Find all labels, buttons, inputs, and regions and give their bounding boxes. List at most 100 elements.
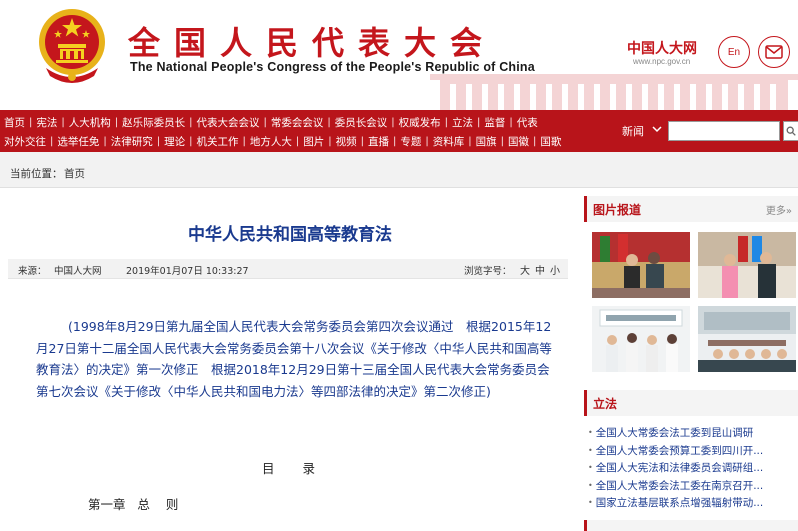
site-title-en: The National People's Congress of the Pe…: [130, 60, 535, 74]
nav-item[interactable]: 赵乐际委员长: [122, 115, 185, 130]
search-icon: [786, 126, 796, 136]
mail-button[interactable]: [758, 36, 790, 68]
nav-item[interactable]: 人大机构: [69, 115, 111, 130]
nav-separator: |: [61, 117, 65, 128]
breadcrumb-home-link[interactable]: 首页: [64, 166, 85, 181]
nav-item[interactable]: 法律研究: [111, 134, 153, 149]
list-item[interactable]: • 全国人大宪法和法律委员会调研组...: [588, 459, 798, 477]
photo-report-header: 图片报道 更多»: [584, 196, 798, 222]
nav-separator: |: [242, 136, 246, 147]
nav-item[interactable]: 理论: [164, 134, 185, 149]
site-header: 全国人民代表大会 The National People's Congress …: [0, 0, 798, 110]
national-emblem-icon: [39, 9, 105, 83]
nav-item[interactable]: 常委会会议: [271, 115, 324, 130]
nav-separator: |: [468, 136, 472, 147]
nav-row-1: 首页 | 宪法 | 人大机构 | 赵乐际委员长 | 代表大会会议 | 常委会会议 | 委员长会议 | 权威发…: [4, 112, 538, 133]
nav-item[interactable]: 委员长会议: [335, 115, 388, 130]
nav-separator: |: [103, 136, 107, 147]
nav-item[interactable]: 对外交往: [4, 134, 46, 149]
nav-item[interactable]: 机关工作: [197, 134, 239, 149]
toc-title: 目录: [262, 461, 344, 476]
nav-item[interactable]: 代表: [517, 115, 538, 130]
search-button[interactable]: [783, 121, 798, 141]
search-input[interactable]: [668, 121, 780, 141]
nav-separator: |: [50, 136, 54, 147]
article-preamble: (1998年8月29日第九届全国人民代表大会常务委员会第四次会议通过 根据201…: [36, 319, 552, 399]
nav-item[interactable]: 资料库: [433, 134, 465, 149]
nav-item[interactable]: 立法: [452, 115, 473, 130]
search-scope-select[interactable]: 新闻: [622, 123, 644, 139]
nav-separator: |: [393, 136, 397, 147]
nav-separator: |: [189, 117, 193, 128]
nav-separator: |: [263, 117, 267, 128]
nav-separator: |: [425, 136, 429, 147]
article-title: 中华人民共和国高等教育法: [188, 225, 392, 245]
photo-thumbnail[interactable]: [592, 232, 690, 298]
nav-item[interactable]: 监督: [484, 115, 505, 130]
nav-row-2: 对外交往 | 选举任免 | 法律研究 | 理论 | 机关工作 | 地方人大 | 图片 | 视频 | 直播 | 专题 |…: [4, 131, 561, 152]
chevron-down-icon[interactable]: [652, 124, 662, 134]
nav-item[interactable]: 专题: [400, 134, 421, 149]
list-item-text: 全国人大常委会法工委在南京召开...: [595, 479, 764, 492]
list-item-text: 全国人大宪法和法律委员会调研组...: [595, 462, 764, 475]
nav-item[interactable]: 首页: [4, 115, 25, 130]
photo-thumbnail[interactable]: [698, 306, 796, 372]
font-size-small-button[interactable]: 小: [550, 262, 560, 277]
font-size-large-button[interactable]: 大: [520, 262, 530, 277]
list-item-text: 全国人大常委会法工委到昆山调研: [595, 427, 754, 440]
article-date: 2019年01月07日 10:33:27: [126, 266, 249, 277]
nav-item[interactable]: 代表大会会议: [197, 115, 260, 130]
nav-separator: |: [391, 117, 395, 128]
photo-thumbnail[interactable]: [698, 232, 796, 298]
list-item[interactable]: • 全国人大常委会法工委到昆山调研: [588, 424, 798, 442]
nav-separator: |: [509, 117, 513, 128]
list-item[interactable]: • 全国人大常委会法工委在南京召开...: [588, 477, 798, 495]
nav-separator: |: [156, 136, 161, 147]
nav-separator: |: [295, 136, 300, 147]
nav-item[interactable]: 国徽: [508, 134, 529, 149]
nav-separator: |: [533, 136, 537, 147]
nav-separator: |: [360, 136, 364, 147]
bullet-icon: •: [588, 498, 593, 508]
site-title-cn: 全国人民代表大会: [128, 24, 497, 62]
breadcrumb: 当前位置： 首页: [0, 152, 798, 188]
nav-separator: |: [29, 117, 33, 128]
bullet-icon: •: [588, 445, 593, 455]
nav-item[interactable]: 权威发布: [399, 115, 441, 130]
nav-separator: |: [500, 136, 504, 147]
nav-separator: |: [444, 117, 448, 128]
npc-site-logo[interactable]: 中国人大网: [627, 38, 697, 58]
nav-separator: |: [328, 136, 332, 147]
font-size-medium-button[interactable]: 中: [535, 262, 545, 277]
bullet-icon: •: [588, 480, 593, 490]
photo-more-link[interactable]: 更多»: [766, 202, 792, 217]
list-item[interactable]: • 全国人大常委会预算工委到四川开...: [588, 442, 798, 460]
list-item-text: 全国人大常委会预算工委到四川开...: [595, 444, 764, 457]
nav-item[interactable]: 宪法: [36, 115, 57, 130]
nav-item[interactable]: 地方人大: [250, 134, 292, 149]
source-label: 来源：: [18, 266, 47, 277]
photo-thumbnail[interactable]: [592, 306, 690, 372]
bullet-icon: •: [588, 463, 593, 473]
main-nav: 首页 | 宪法 | 人大机构 | 赵乐际委员长 | 代表大会会议 | 常委会会议 | 委员长会议 | 权威发…: [0, 110, 798, 152]
nav-item[interactable]: 选举任免: [57, 134, 99, 149]
nav-item[interactable]: 图片: [303, 134, 324, 149]
font-size-label: 浏览字号：: [464, 266, 512, 277]
photo-report-title: 图片报道: [593, 203, 642, 217]
nav-separator: |: [114, 117, 119, 128]
article-source: 中国人大网: [54, 266, 102, 277]
nav-separator: |: [327, 117, 331, 128]
nav-item[interactable]: 直播: [368, 134, 389, 149]
site-url: www.npc.gov.cn: [633, 57, 691, 66]
chapter-1-heading: 第一章 总 则: [88, 497, 179, 512]
english-version-button[interactable]: En: [718, 36, 750, 68]
article-meta-bar: 来源： 中国人大网 2019年01月07日 10:33:27 浏览字号： 大 中…: [8, 259, 568, 279]
mail-icon: [765, 45, 783, 59]
legislation-title: 立法: [593, 397, 618, 411]
bullet-icon: •: [588, 428, 593, 438]
list-item[interactable]: • 国家立法基层联系点增强辐射带动...: [588, 494, 798, 512]
nav-item[interactable]: 国旗: [476, 134, 497, 149]
legislation-header: 立法: [584, 390, 798, 416]
nav-item[interactable]: 视频: [336, 134, 357, 149]
nav-item[interactable]: 国歌: [540, 134, 561, 149]
